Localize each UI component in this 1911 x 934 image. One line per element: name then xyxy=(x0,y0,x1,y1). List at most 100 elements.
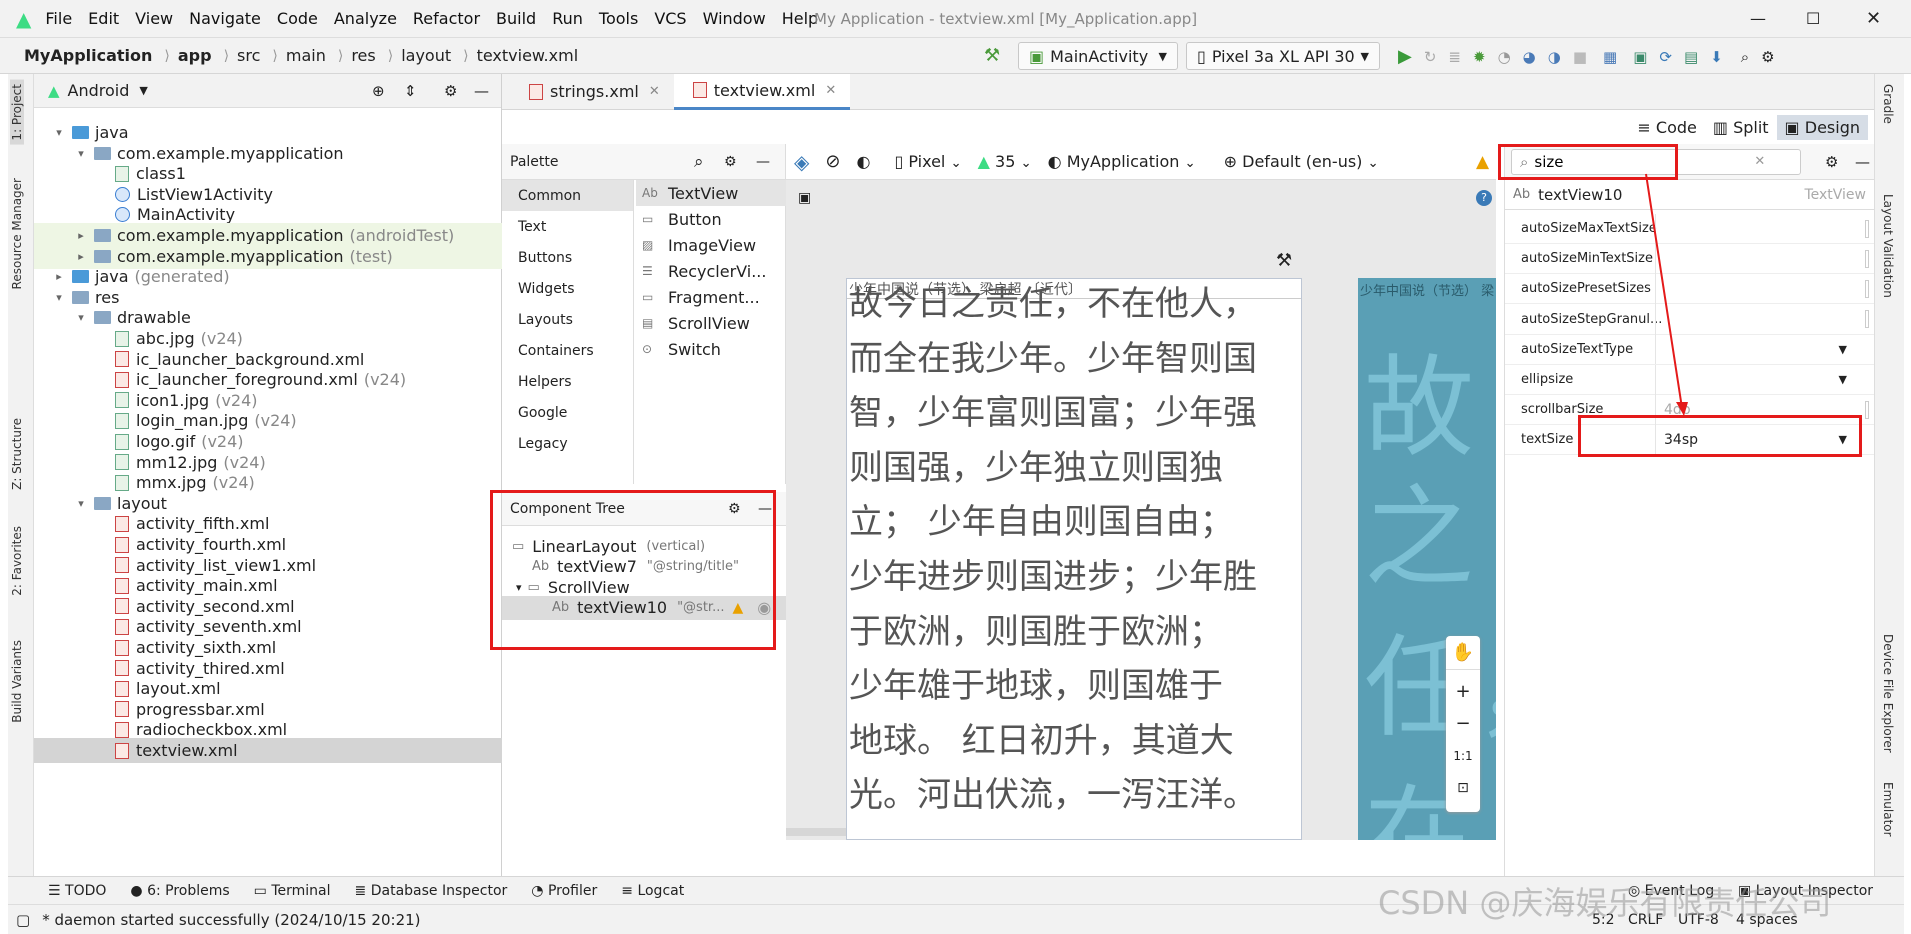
palette-category[interactable]: Widgets xyxy=(502,273,633,304)
menu-item-vcs[interactable]: VCS xyxy=(654,9,686,28)
close-tab-icon[interactable]: ✕ xyxy=(825,83,836,98)
night-mode-icon[interactable]: ◐ xyxy=(856,152,870,171)
emulator-tab[interactable]: Emulator xyxy=(1881,782,1895,837)
zoom-in-button[interactable]: + xyxy=(1446,676,1480,708)
menu-item-run[interactable]: Run xyxy=(552,9,583,28)
build-variants-tab[interactable]: Build Variants xyxy=(10,640,24,723)
palette-item[interactable]: ▭ Button xyxy=(636,206,786,232)
debug-icon[interactable]: ✹ xyxy=(1473,48,1486,66)
pan-icon[interactable]: ✋ xyxy=(1446,636,1480,670)
zoom-fit-icon[interactable]: ⊡ xyxy=(1446,772,1480,804)
expand-arrow-icon[interactable]: ▾ xyxy=(74,311,88,324)
palette-category[interactable]: Legacy xyxy=(502,428,633,459)
breadcrumb-item[interactable]: app xyxy=(178,46,212,65)
breadcrumb-item[interactable]: src xyxy=(237,46,260,65)
hide-icon[interactable]: — xyxy=(756,154,770,170)
favorites-tab[interactable]: 2: Favorites xyxy=(10,526,24,596)
close-icon[interactable]: ✕ xyxy=(1866,8,1881,29)
collapse-all-icon[interactable]: ⇕ xyxy=(404,82,417,100)
resource-manager-tab[interactable]: Resource Manager xyxy=(10,178,24,289)
device-select[interactable]: ▯ Pixel 3a XL API 30 ▼ xyxy=(1186,42,1380,70)
avd-manager-icon[interactable]: ▣ xyxy=(1633,48,1647,66)
orientation-icon[interactable]: ⊘ xyxy=(825,151,840,172)
gear-icon[interactable]: ⚙ xyxy=(1825,153,1838,171)
breadcrumb-item[interactable]: main xyxy=(286,46,326,65)
tab-strings-xml[interactable]: strings.xml ✕ xyxy=(510,74,674,110)
minimize-icon[interactable]: — xyxy=(1750,9,1766,28)
stop-icon[interactable]: ■ xyxy=(1573,48,1587,66)
project-structure-icon[interactable]: ▦ xyxy=(1603,48,1617,66)
breadcrumb-item[interactable]: res xyxy=(351,46,375,65)
device-manager-icon[interactable]: ▤ xyxy=(1684,48,1698,66)
clear-search-icon[interactable]: ✕ xyxy=(1754,154,1765,169)
search-icon[interactable]: ⌕ xyxy=(694,152,704,172)
run-config-select[interactable]: ▣ MainActivity ▼ xyxy=(1018,42,1178,70)
palette-category[interactable]: Buttons xyxy=(502,242,633,273)
menu-item-window[interactable]: Window xyxy=(703,9,766,28)
palette-category[interactable]: Google xyxy=(502,397,633,428)
palette-category[interactable]: Helpers xyxy=(502,366,633,397)
palette-item[interactable]: ▨ ImageView xyxy=(636,232,786,258)
dropdown-icon[interactable]: ▼ xyxy=(1839,373,1847,386)
palette-item[interactable]: ☰ RecyclerVi... xyxy=(636,258,786,284)
split-mode-button[interactable]: ▥ Split xyxy=(1705,115,1777,140)
palette-category[interactable]: Text xyxy=(502,211,633,242)
layers-icon[interactable]: ◈ xyxy=(794,150,809,174)
code-mode-button[interactable]: ≡ Code xyxy=(1629,115,1704,140)
structure-tab[interactable]: Z: Structure xyxy=(10,418,24,490)
hammer-icon[interactable]: ⚒ xyxy=(984,45,1000,66)
select-device-icon[interactable]: ▣ xyxy=(798,190,811,206)
design-mode-button[interactable]: ▣ Design xyxy=(1776,114,1868,140)
expand-arrow-icon[interactable]: ▾ xyxy=(52,291,66,304)
attach-debugger-icon[interactable]: ◔ xyxy=(1498,48,1511,66)
status-toggle-icon[interactable]: ▢ xyxy=(16,911,30,929)
palette-item[interactable]: Ab TextView xyxy=(636,180,786,206)
menu-item-analyze[interactable]: Analyze xyxy=(334,9,397,28)
breadcrumb-item[interactable]: layout xyxy=(401,46,451,65)
wrench-icon[interactable]: ⚒ xyxy=(1276,250,1292,271)
palette-category[interactable]: Containers xyxy=(502,335,633,366)
terminal-tab[interactable]: ▭ Terminal xyxy=(254,883,331,899)
expand-arrow-icon[interactable]: ▸ xyxy=(74,229,88,242)
palette-item[interactable]: ▭ Fragment... xyxy=(636,284,786,310)
expand-arrow-icon[interactable]: ▸ xyxy=(74,250,88,263)
menu-item-code[interactable]: Code xyxy=(277,9,318,28)
gradle-tab[interactable]: Gradle xyxy=(1881,84,1895,124)
menu-item-help[interactable]: Help xyxy=(782,9,818,28)
todo-tab[interactable]: ☰ TODO xyxy=(48,883,106,899)
breadcrumb-item[interactable]: textview.xml xyxy=(477,46,579,65)
zoom-actual-button[interactable]: 1:1 xyxy=(1446,740,1480,772)
sdk-manager-icon[interactable]: ⬇ xyxy=(1710,48,1723,66)
value-editor[interactable] xyxy=(1865,310,1869,329)
menu-item-file[interactable]: File xyxy=(45,9,72,28)
maximize-icon[interactable]: ☐ xyxy=(1806,9,1820,28)
value-editor[interactable] xyxy=(1865,249,1869,268)
profile-icon[interactable]: ◕ xyxy=(1523,48,1536,66)
search-everywhere-icon[interactable]: ⌕ xyxy=(1741,48,1749,66)
breadcrumb-item[interactable]: MyApplication xyxy=(24,46,152,65)
sync-icon[interactable]: ⟳ xyxy=(1659,48,1672,66)
tab-textview-xml[interactable]: textview.xml ✕ xyxy=(673,73,851,110)
menu-item-edit[interactable]: Edit xyxy=(88,9,119,28)
settings-icon[interactable]: ⚙ xyxy=(1761,48,1774,66)
locate-icon[interactable]: ⊕ xyxy=(372,82,385,100)
gear-icon[interactable]: ⚙ xyxy=(444,82,457,100)
palette-item[interactable]: ⊙ Switch xyxy=(636,336,786,362)
logcat-tab[interactable]: ≡ Logcat xyxy=(621,883,684,899)
device-file-explorer-tab[interactable]: Device File Explorer xyxy=(1881,634,1895,753)
value-editor[interactable] xyxy=(1865,400,1869,419)
chevron-down-icon[interactable]: ▼ xyxy=(139,84,147,97)
gear-icon[interactable]: ⚙ xyxy=(724,154,737,170)
close-tab-icon[interactable]: ✕ xyxy=(649,84,660,99)
expand-arrow-icon[interactable]: ▾ xyxy=(74,147,88,160)
palette-category[interactable]: Layouts xyxy=(502,304,633,335)
apply-code-icon[interactable]: ≣ xyxy=(1448,48,1461,66)
layout-validation-tab[interactable]: Layout Validation xyxy=(1881,194,1895,298)
coverage-icon[interactable]: ◑ xyxy=(1548,48,1561,66)
palette-item[interactable]: ▤ ScrollView xyxy=(636,310,786,336)
warning-icon[interactable]: ▲ xyxy=(1476,152,1489,172)
expand-arrow-icon[interactable]: ▸ xyxy=(52,270,66,283)
api-dropdown[interactable]: ▲ 35 ⌄ xyxy=(978,152,1032,171)
menu-item-view[interactable]: View xyxy=(135,9,173,28)
apply-changes-icon[interactable]: ↻ xyxy=(1424,48,1437,66)
